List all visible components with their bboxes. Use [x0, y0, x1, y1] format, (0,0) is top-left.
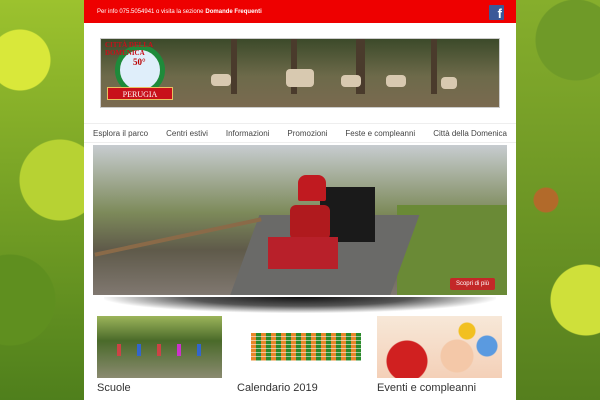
deer	[211, 74, 231, 86]
nav-centri-estivi[interactable]: Centri estivi	[166, 129, 208, 138]
card-image[interactable]	[377, 316, 502, 378]
learn-more-button[interactable]: Scopri di più	[449, 278, 495, 290]
card-eventi[interactable]: Eventi e compleanni	[377, 316, 502, 395]
hero-slider[interactable]: Scopri di più	[93, 145, 507, 295]
info-text: Per info 075.5054941 o visita la sezione	[97, 8, 204, 15]
logo-arc-text: CITTÀ DELLA DOMENICA	[105, 41, 153, 57]
logo-ribbon: PERUGIA	[107, 87, 173, 100]
slider-shadow	[104, 297, 496, 313]
background-left	[0, 0, 84, 400]
card-title[interactable]: Calendario 2019	[237, 382, 362, 395]
header-banner[interactable]: CITTÀ DELLA DOMENICA 50° PERUGIA	[100, 38, 500, 108]
fence	[94, 217, 262, 257]
facebook-icon[interactable]: f	[489, 5, 504, 21]
top-bar: Per info 075.5054941 o visita la sezione…	[84, 0, 516, 23]
nav-feste[interactable]: Feste e compleanni	[345, 129, 415, 138]
main-nav: Esplora il parco Centri estivi Informazi…	[84, 123, 516, 143]
nav-promozioni[interactable]: Promozioni	[287, 129, 327, 138]
card-calendario[interactable]: Calendario 2019	[237, 316, 362, 395]
background-right	[516, 0, 600, 400]
train-image	[268, 175, 388, 270]
nav-esplora[interactable]: Esplora il parco	[93, 129, 148, 138]
logo-badge: 50°	[133, 57, 146, 67]
card-title[interactable]: Eventi e compleanni	[377, 382, 502, 395]
deer	[441, 77, 457, 89]
card-image[interactable]	[237, 316, 362, 378]
page-container: Per info 075.5054941 o visita la sezione…	[84, 0, 516, 400]
card-image[interactable]	[97, 316, 222, 378]
tree	[231, 39, 237, 94]
site-logo[interactable]: CITTÀ DELLA DOMENICA 50° PERUGIA	[105, 41, 175, 107]
card-scuole[interactable]: Scuole	[97, 316, 222, 395]
tree	[431, 39, 437, 94]
deer	[341, 75, 361, 87]
faq-link[interactable]: Domande Frequenti	[205, 9, 261, 15]
deer	[386, 75, 406, 87]
nav-informazioni[interactable]: Informazioni	[226, 129, 270, 138]
nav-citta[interactable]: Città della Domenica	[433, 129, 507, 138]
card-title[interactable]: Scuole	[97, 382, 222, 395]
deer	[286, 69, 314, 87]
